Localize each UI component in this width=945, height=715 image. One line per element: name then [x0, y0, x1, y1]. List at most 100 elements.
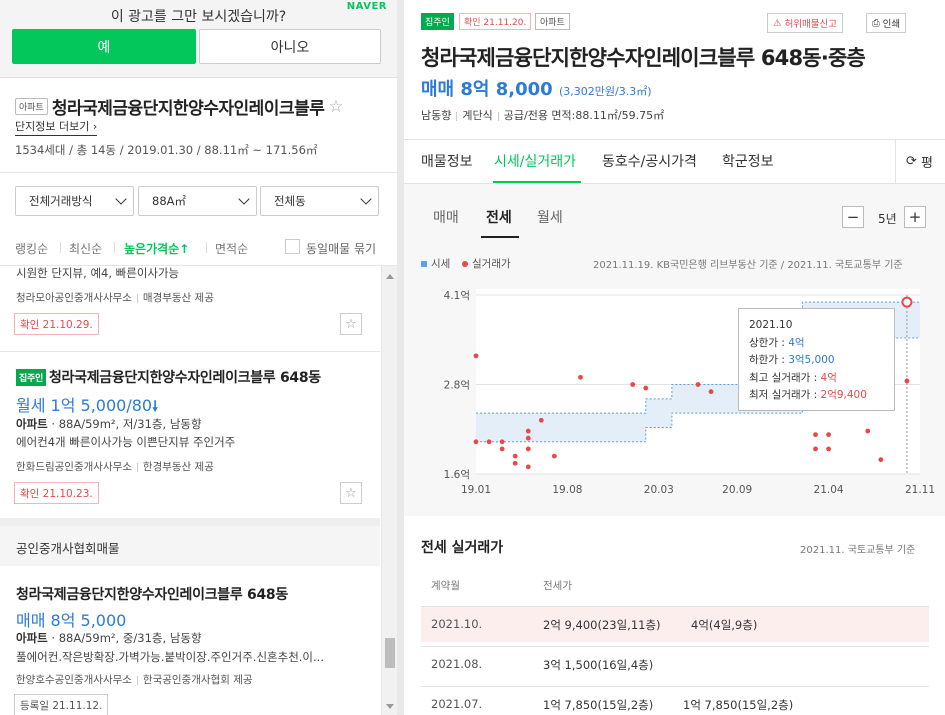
chart-y-tick-label: 4.1억: [444, 290, 470, 302]
chart-trade-point: [525, 435, 531, 441]
chart-trade-point: [499, 439, 505, 445]
sort-ranking[interactable]: 랭킹순: [15, 240, 48, 257]
chart-x-tick-label: 21.04: [814, 484, 844, 496]
table-header-price: 전세가: [543, 580, 572, 592]
chart-tooltip: 2021.10 상한가 : 4억 하한가 : 3억5,000 최고 실거래가 :…: [738, 308, 895, 411]
divider: [456, 111, 458, 121]
group-same-checkbox[interactable]: [285, 239, 300, 254]
ad-yes-button[interactable]: 예: [12, 29, 196, 64]
table-header-month: 계약월: [431, 580, 460, 592]
chart-trade-point: [473, 353, 479, 359]
agent-name: 청라모아공인중개사사무소: [16, 292, 132, 304]
chart-trade-point: [525, 464, 531, 470]
table-row: 2021.10. 2억 9,400(23일,11층) 4억(4일,9층): [421, 606, 929, 642]
sort-high-price[interactable]: 높은가격순↑: [124, 240, 189, 257]
chart-trade-point: [878, 457, 884, 463]
tooltip-value: 4억: [788, 336, 805, 349]
listing-title[interactable]: 청라국제금융단지한양수자인레이크블루 648동: [16, 584, 288, 604]
chart-trade-point: [578, 374, 583, 380]
detail-price-text: 매매 8억 8,000: [421, 79, 553, 100]
sort-area[interactable]: 면적순: [215, 240, 248, 257]
tooltip-max: 최고 실거래가 : 4억: [749, 370, 884, 388]
chevron-down-icon: [360, 193, 372, 205]
print-button[interactable]: ⎙ 인쇄: [866, 13, 907, 33]
tooltip-label: 최고 실거래가 :: [749, 371, 821, 384]
confirm-date-badge: 확인 21.10.29.: [14, 313, 99, 335]
listing-price-text: 월세 1억 5,000/80: [16, 396, 153, 415]
listing-desc: 에어컨4개 빠른이사가능 이쁜단지뷰 주인거주: [16, 435, 236, 449]
sort-latest[interactable]: 최신순: [69, 240, 102, 257]
trades-source: 2021.11. 국토교통부 기준: [800, 545, 916, 556]
listing-type: 아파트 · 88A/59m², 저/31층, 남동향: [16, 416, 202, 432]
tab-school[interactable]: 학군정보: [722, 151, 774, 171]
row-date: 2021.07.: [431, 697, 483, 711]
listing-price: 매매 8억 5,000: [16, 611, 127, 630]
complex-more-link[interactable]: 단지정보 더보기 ›: [15, 118, 98, 136]
listing-source: 한화드림공인중개사사무소 한경부동산 제공: [16, 459, 214, 474]
tab-price-trade[interactable]: 시세/실거래가: [494, 151, 576, 171]
property-type-tag: 아파트: [535, 13, 570, 30]
tooltip-label: 하한가 :: [749, 354, 789, 366]
complex-type-tag: 아파트: [15, 98, 48, 115]
tab-unit-official[interactable]: 동호수/공시가격: [602, 151, 697, 171]
row-date: 2021.08.: [431, 657, 483, 671]
listing-title[interactable]: 집주인 청라국제금융단지한양수자인레이크블루 648동: [16, 367, 321, 387]
ad-no-button[interactable]: 아니오: [199, 29, 381, 64]
scroll-thumb[interactable]: [385, 638, 395, 668]
listing-type-detail: · 88A/59m², 저/31층, 남동향: [51, 417, 202, 431]
agent-name: 한화드림공인중개사사무소: [16, 461, 132, 473]
divider: [0, 351, 380, 352]
tab-listing-info[interactable]: 매물정보: [421, 151, 473, 171]
alert-icon: ⚠: [773, 17, 782, 29]
scroll-down-icon[interactable]: [386, 704, 394, 709]
panel-divider[interactable]: [397, 0, 404, 715]
chart-highlight-point: [901, 296, 913, 308]
report-button[interactable]: ⚠ 허위매물신고: [767, 13, 844, 33]
unit-toggle-label: 평: [921, 156, 934, 171]
listing-type-name: 아파트: [16, 417, 48, 431]
row-date: 2021.10.: [431, 617, 483, 631]
table-row: 2021.08. 3억 1,500(16일,4층): [421, 646, 929, 682]
listing-desc: 시원한 단지뷰, 예4, 빠른이사가능: [16, 266, 180, 280]
chevron-down-icon: [238, 193, 250, 205]
listing-type-detail: · 88A/59m², 중/31층, 남동향: [51, 631, 202, 645]
favorite-star-icon[interactable]: ☆: [340, 313, 362, 335]
sort-divider: [60, 242, 61, 253]
chart-trade-point: [904, 378, 910, 384]
tooltip-lower: 하한가 : 3억5,000: [749, 352, 884, 370]
list-scrollbar[interactable]: [381, 266, 397, 715]
chart-trade-point: [525, 446, 531, 452]
tooltip-label: 상한가 :: [749, 336, 789, 349]
table-row: 2021.07. 1억 7,850(15일,2층) 1억 7,850(15일,2…: [421, 686, 929, 715]
print-icon: ⎙: [872, 17, 880, 29]
listing-title-text: 청라국제금융단지한양수자인레이크블루 648동: [48, 370, 321, 386]
dong-select[interactable]: 전체동: [260, 186, 379, 216]
meta-direction: 남동향: [421, 109, 452, 122]
divider: [136, 293, 138, 303]
tooltip-date: 2021.10: [749, 319, 793, 331]
row-price-b: 1억 7,850(15일,2층): [683, 698, 794, 712]
complex-name: 청라국제금융단지한양수자인레이크블루: [51, 99, 325, 119]
section-title: 공인중개사협회매물: [16, 541, 120, 556]
chevron-down-icon: [115, 193, 127, 205]
price-per-pyeong: (3,302만원/3.3㎡): [558, 85, 652, 98]
scroll-up-icon[interactable]: [386, 274, 394, 279]
row-price-b: 4억(4일,9층): [691, 618, 758, 632]
divider: [497, 111, 499, 121]
divider: [136, 462, 138, 472]
area-select[interactable]: 88A㎡: [138, 186, 257, 216]
detail-price: 매매 8억 8,000 (3,302만원/3.3㎡): [421, 75, 651, 101]
favorite-star-icon[interactable]: ☆: [340, 482, 362, 504]
listing-panel: 이 광고를 그만 보시겠습니까? NAVER 예 아니오 아파트 청라국제금융단지…: [0, 0, 397, 715]
tooltip-value: 3억5,000: [788, 354, 835, 366]
chart-trade-point: [813, 432, 818, 438]
listing-source: 청라모아공인중개사사무소 매경부동산 제공: [16, 290, 214, 305]
chart-trade-point: [512, 453, 518, 459]
chart-x-tick-label: 20.03: [644, 484, 674, 496]
star-icon[interactable]: ☆: [328, 97, 343, 117]
divider: [404, 139, 945, 140]
unit-toggle-button[interactable]: ⟳ 평: [895, 140, 945, 183]
chart-trade-point: [826, 432, 831, 438]
trades-title: 전세 실거래가: [421, 540, 504, 556]
trade-type-select[interactable]: 전체거래방식: [15, 186, 134, 216]
